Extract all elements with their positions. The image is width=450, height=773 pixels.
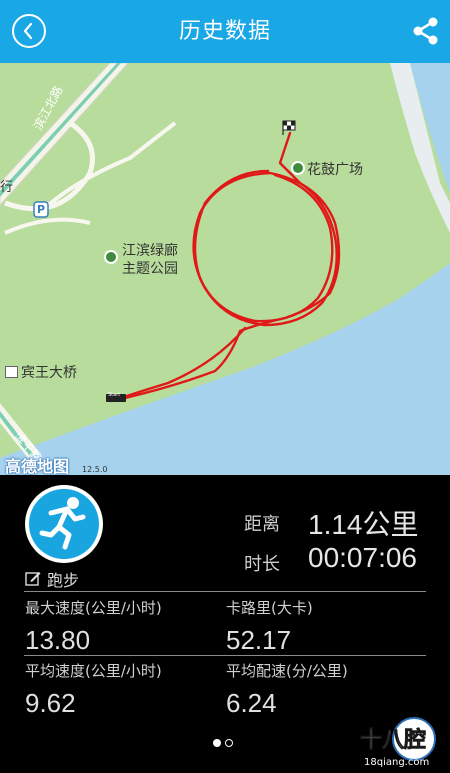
parking-label: P [37, 203, 46, 216]
page-indicator[interactable] [210, 737, 240, 749]
site-watermark: 十八腔 18qiang.com [352, 715, 448, 769]
map-version: 12.5.0 [82, 465, 108, 474]
duration-value: 00:07:06 [308, 542, 417, 573]
divider-1 [24, 591, 426, 592]
bridge-label: 宾王大桥 [21, 365, 77, 381]
metric-label-max-speed: 最大速度(公里/小时) [25, 599, 162, 617]
distance-value: 1.14公里 [308, 509, 419, 540]
metric-value-avg-speed: 9.62 [25, 688, 76, 718]
park-label-line2: 主题公园 [122, 261, 178, 277]
edit-icon [25, 572, 41, 586]
metric-label-avg-speed: 平均速度(公里/小时) [25, 662, 162, 680]
activity-label: 跑步 [47, 571, 80, 590]
metric-label-calories: 卡路里(大卡) [226, 599, 313, 617]
square-poi-icon [291, 161, 305, 175]
metric-value-avg-pace: 6.24 [226, 688, 277, 718]
map-fragment-label: 行 [0, 180, 14, 195]
square-label: 花鼓广场 [307, 162, 363, 178]
metric-value-calories: 52.17 [226, 625, 292, 655]
duration-label: 时长 [244, 554, 280, 575]
road-north-lane [0, 63, 121, 197]
start-label: Start [108, 392, 121, 398]
metric-value-max-speed: 13.80 [25, 625, 91, 655]
route-map[interactable]: 滨江北路 滨王路 P 行 江滨绿廊 主题公园 花鼓广场 宾王大桥 Start 高… [0, 63, 450, 475]
divider-2 [24, 655, 426, 656]
share-icon [413, 17, 438, 45]
distance-label: 距离 [244, 514, 280, 535]
page-dot-active[interactable] [213, 739, 221, 747]
road-curve-2 [4, 217, 91, 235]
metric-label-avg-pace: 平均配速(分/公里) [226, 662, 348, 680]
page-title: 历史数据 [178, 19, 271, 44]
park-label: 江滨绿廊 [122, 243, 178, 259]
page-dot-inactive[interactable] [225, 739, 233, 747]
road-north [0, 63, 129, 206]
park-poi-icon [104, 250, 118, 264]
map-canvas [0, 63, 450, 475]
activity-badge [25, 485, 103, 563]
svg-text:18qiang.com: 18qiang.com [364, 757, 429, 768]
map-provider-logo: 高德地图 [5, 457, 70, 475]
running-icon [39, 497, 86, 550]
svg-text:十八腔: 十八腔 [360, 727, 426, 753]
app-header: 历史数据 [0, 0, 450, 63]
bridge-icon [5, 366, 18, 378]
share-button[interactable] [412, 17, 440, 45]
watermark-logo: 十八腔 18qiang.com [360, 717, 436, 768]
stats-panel: 跑步 距离 1.14公里 时长 00:07:06 最大速度(公里/小时) 卡路里… [0, 475, 450, 771]
